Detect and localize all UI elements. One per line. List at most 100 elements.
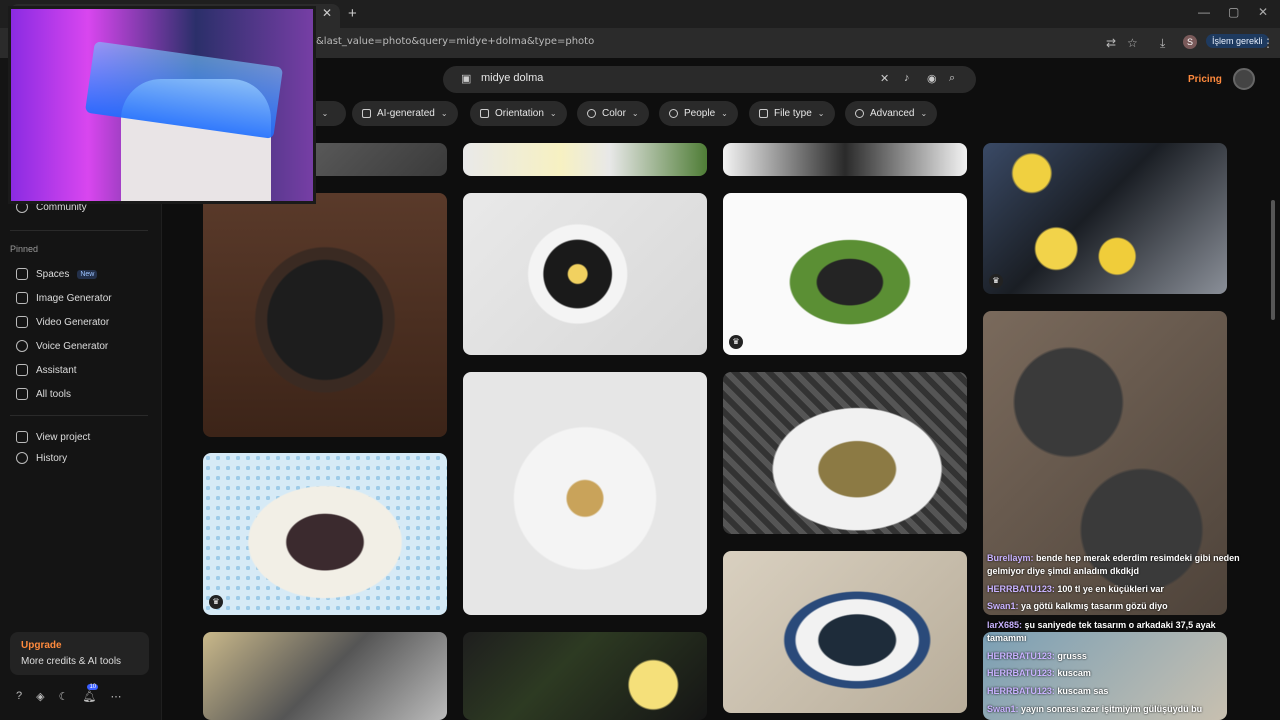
help-icon[interactable]: ? xyxy=(16,690,22,703)
premium-crown-icon: ♛ xyxy=(209,595,223,609)
divider xyxy=(10,230,148,231)
microphone-icon xyxy=(16,340,28,352)
image-tile[interactable] xyxy=(723,372,967,534)
palette-icon xyxy=(587,109,596,118)
search-input[interactable] xyxy=(481,72,861,84)
spaces-icon xyxy=(16,268,28,280)
webcam-overlay xyxy=(8,6,316,204)
bookmark-star-icon[interactable]: ☆ xyxy=(1127,36,1138,50)
sidebar-item-label: Voice Generator xyxy=(36,340,109,352)
upgrade-title: Upgrade xyxy=(21,640,62,651)
pricing-link[interactable]: Pricing xyxy=(1188,74,1222,85)
maximize-icon[interactable]: ▢ xyxy=(1228,5,1239,19)
chevron-down-icon: ⌄ xyxy=(721,109,728,118)
filter-color[interactable]: Color ⌄ xyxy=(577,101,649,126)
sidebar-item-label: History xyxy=(36,452,68,464)
upgrade-subtitle: More credits & AI tools xyxy=(21,656,122,667)
camera-icon[interactable]: ◉ xyxy=(927,72,937,85)
url-text[interactable]: &last_value=photo&query=midye+dolma&type… xyxy=(316,36,594,47)
chat-message: HERRBATU123: grusss xyxy=(987,651,1087,661)
sidebar-item-history[interactable]: History xyxy=(16,452,67,464)
browser-profile-avatar[interactable]: S xyxy=(1183,35,1197,49)
search-icon[interactable]: ⌕ xyxy=(949,72,955,85)
sidebar-item-view-project[interactable]: View project xyxy=(16,431,90,443)
video-icon xyxy=(16,316,28,328)
image-tile[interactable]: ♛ xyxy=(983,143,1227,294)
sidebar-item-label: Assistant xyxy=(36,364,77,376)
chat-message: Burellaym: bende hep merak ederdim resim… xyxy=(987,553,1240,563)
window-close-icon[interactable]: ✕ xyxy=(1258,5,1268,19)
chip-label: People xyxy=(684,108,716,119)
filter-orientation[interactable]: Orientation ⌄ xyxy=(470,101,567,126)
chat-message: Swan1: yayın sonrası azar işitmiyim gülü… xyxy=(987,704,1203,714)
sidebar-item-label: Spaces xyxy=(36,268,70,280)
image-tile[interactable]: ♛ xyxy=(203,453,447,615)
sidebar-item-label: View project xyxy=(36,431,91,443)
sidebar-item-spaces[interactable]: Spaces New xyxy=(16,268,98,280)
bell-icon[interactable]: 🔔︎ 10 xyxy=(82,684,99,703)
image-tile[interactable] xyxy=(203,193,447,437)
chip-label: AI-generated xyxy=(377,108,435,119)
folder-icon xyxy=(16,431,28,443)
scrollbar-thumb[interactable] xyxy=(1271,200,1275,320)
sidebar-footer: ? ◈ ☾ 🔔︎ 10 ⋯ xyxy=(16,684,121,703)
image-tile[interactable]: ♛ xyxy=(723,193,967,355)
image-tile[interactable] xyxy=(723,143,967,176)
chat-message: gelmiyor diye şimdi anladım dkdkjd xyxy=(987,566,1140,576)
premium-crown-icon: ♛ xyxy=(989,274,1003,288)
minimize-icon[interactable]: — xyxy=(1198,5,1210,19)
orientation-icon xyxy=(480,109,489,118)
image-icon xyxy=(16,292,28,304)
premium-crown-icon: ♛ xyxy=(729,335,743,349)
sidebar-item-image-generator[interactable]: Image Generator xyxy=(16,292,112,304)
browser-menu-icon[interactable]: ⋮ xyxy=(1262,36,1274,50)
filter-file-type[interactable]: File type ⌄ xyxy=(749,101,835,126)
filter-advanced[interactable]: Advanced ⌄ xyxy=(845,101,938,126)
assistant-icon xyxy=(16,364,28,376)
sidebar-item-label: Image Generator xyxy=(36,292,112,304)
gear-icon xyxy=(855,109,864,118)
translate-icon[interactable]: ⇄ xyxy=(1106,36,1116,50)
download-icon[interactable]: ⤓ xyxy=(1160,36,1165,51)
sidebar-item-video-generator[interactable]: Video Generator xyxy=(16,316,109,328)
filter-ai-generated[interactable]: AI-generated ⌄ xyxy=(352,101,458,126)
image-tile[interactable] xyxy=(203,632,447,720)
divider xyxy=(10,415,148,416)
sidebar-item-assistant[interactable]: Assistant xyxy=(16,364,77,376)
notification-count: 10 xyxy=(87,684,99,690)
people-icon xyxy=(669,109,678,118)
chat-message: HERRBATU123: kuscam sas xyxy=(987,686,1109,696)
image-tile[interactable] xyxy=(463,632,707,720)
chevron-down-icon: ⌄ xyxy=(549,109,557,118)
chip-label: Color xyxy=(602,108,626,119)
file-icon xyxy=(759,109,768,118)
sidebar-item-voice-generator[interactable]: Voice Generator xyxy=(16,340,108,352)
image-tile[interactable] xyxy=(723,551,967,713)
chevron-down-icon: ⌄ xyxy=(631,109,639,118)
new-badge: New xyxy=(77,269,98,279)
search-bar: ▣ ✕ ♪ ◉ ⌕ xyxy=(443,66,976,93)
microphone-icon[interactable]: ♪ xyxy=(904,72,910,84)
pending-action-button[interactable]: İşlem gerekli xyxy=(1206,34,1269,48)
sidebar-item-all-tools[interactable]: All tools xyxy=(16,388,71,400)
chat-message: Swan1: ya götü kalkmış tasarım gözü diyo xyxy=(987,601,1168,611)
chat-message: tamammı xyxy=(987,633,1027,643)
more-icon[interactable]: ⋯ xyxy=(110,690,121,703)
user-avatar[interactable] xyxy=(1233,68,1255,90)
chevron-down-icon: ⌄ xyxy=(920,109,928,118)
chip-label: Advanced xyxy=(870,108,915,119)
clear-icon[interactable]: ✕ xyxy=(880,72,889,85)
sidebar-item-label: Video Generator xyxy=(36,316,110,328)
filter-people[interactable]: People ⌄ xyxy=(659,101,738,126)
image-tile[interactable] xyxy=(463,372,707,615)
image-tile[interactable] xyxy=(463,193,707,355)
chip-label: Orientation xyxy=(495,108,544,119)
image-tile[interactable] xyxy=(463,143,707,176)
chat-message: HERRBATU123: kuscam xyxy=(987,668,1091,678)
theme-moon-icon[interactable]: ☾ xyxy=(59,690,69,703)
new-tab-icon[interactable]: + xyxy=(348,5,357,22)
ai-icon xyxy=(362,109,371,118)
upgrade-card[interactable]: Upgrade More credits & AI tools xyxy=(10,632,149,675)
learn-icon[interactable]: ◈ xyxy=(36,690,44,703)
close-tab-icon[interactable]: ✕ xyxy=(322,6,332,20)
